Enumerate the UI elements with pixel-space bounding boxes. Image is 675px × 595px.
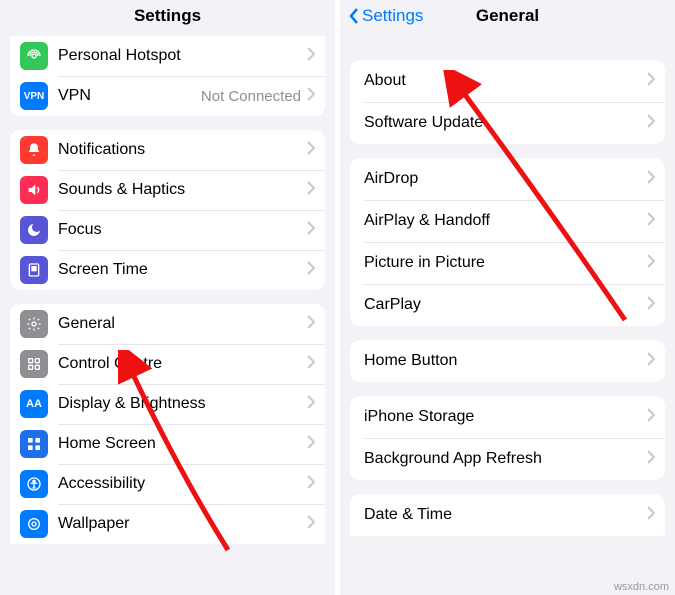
row-label: CarPlay <box>364 296 647 314</box>
chevron-right-icon <box>307 395 315 414</box>
row-detail: Not Connected <box>201 88 301 105</box>
row-focus[interactable]: Focus <box>10 210 325 250</box>
row-accessibility[interactable]: Accessibility <box>10 464 325 504</box>
control-centre-icon <box>20 350 48 378</box>
row-label: About <box>364 72 647 90</box>
chevron-right-icon <box>307 475 315 494</box>
chevron-right-icon <box>307 261 315 280</box>
homescreen-icon <box>20 430 48 458</box>
row-label: AirPlay & Handoff <box>364 212 647 230</box>
row-label: Notifications <box>58 141 307 159</box>
row-carplay[interactable]: CarPlay <box>350 284 665 326</box>
hotspot-icon <box>20 42 48 70</box>
row-label: Wallpaper <box>58 515 307 533</box>
general-group-homebutton: Home Button <box>350 340 665 382</box>
row-storage[interactable]: iPhone Storage <box>350 396 665 438</box>
row-bg-refresh[interactable]: Background App Refresh <box>350 438 665 480</box>
chevron-right-icon <box>647 450 655 469</box>
chevron-right-icon <box>307 435 315 454</box>
watermark: wsxdn.com <box>614 581 669 593</box>
row-label: Picture in Picture <box>364 254 647 272</box>
row-label: Accessibility <box>58 475 307 493</box>
screentime-icon <box>20 256 48 284</box>
accessibility-icon <box>20 470 48 498</box>
row-general[interactable]: General <box>10 304 325 344</box>
settings-group-system: General Control Centre AA Display & Brig… <box>10 304 325 544</box>
row-label: Screen Time <box>58 261 307 279</box>
settings-pane: Settings Personal Hotspot VPN VPN Not Co… <box>0 0 335 595</box>
chevron-right-icon <box>647 212 655 231</box>
row-label: Background App Refresh <box>364 450 647 468</box>
display-icon: AA <box>20 390 48 418</box>
chevron-right-icon <box>307 315 315 334</box>
general-title: General <box>476 6 539 26</box>
row-screentime[interactable]: Screen Time <box>10 250 325 290</box>
chevron-left-icon <box>348 7 360 25</box>
row-datetime[interactable]: Date & Time <box>350 494 665 536</box>
chevron-right-icon <box>307 355 315 374</box>
general-group-airplay: AirDrop AirPlay & Handoff Picture in Pic… <box>350 158 665 326</box>
chevron-right-icon <box>307 181 315 200</box>
row-notifications[interactable]: Notifications <box>10 130 325 170</box>
row-homebutton[interactable]: Home Button <box>350 340 665 382</box>
row-sounds[interactable]: Sounds & Haptics <box>10 170 325 210</box>
sounds-icon <box>20 176 48 204</box>
general-group-about: About Software Update <box>350 60 665 144</box>
row-label: Sounds & Haptics <box>58 181 307 199</box>
row-label: VPN <box>58 87 201 105</box>
chevron-right-icon <box>307 47 315 66</box>
vpn-icon: VPN <box>20 82 48 110</box>
general-group-datetime: Date & Time <box>350 494 665 536</box>
row-airdrop[interactable]: AirDrop <box>350 158 665 200</box>
row-label: Personal Hotspot <box>58 47 307 65</box>
row-label: Home Button <box>364 352 647 370</box>
row-about[interactable]: About <box>350 60 665 102</box>
row-software-update[interactable]: Software Update <box>350 102 665 144</box>
chevron-right-icon <box>647 254 655 273</box>
row-label: General <box>58 315 307 333</box>
chevron-right-icon <box>307 221 315 240</box>
row-control-centre[interactable]: Control Centre <box>10 344 325 384</box>
row-personal-hotspot[interactable]: Personal Hotspot <box>10 36 325 76</box>
chevron-right-icon <box>647 170 655 189</box>
general-icon <box>20 310 48 338</box>
row-wallpaper[interactable]: Wallpaper <box>10 504 325 544</box>
chevron-right-icon <box>647 408 655 427</box>
row-vpn[interactable]: VPN VPN Not Connected <box>10 76 325 116</box>
row-display[interactable]: AA Display & Brightness <box>10 384 325 424</box>
row-airplay[interactable]: AirPlay & Handoff <box>350 200 665 242</box>
chevron-right-icon <box>307 141 315 160</box>
row-label: Date & Time <box>364 506 647 524</box>
row-label: iPhone Storage <box>364 408 647 426</box>
row-label: Focus <box>58 221 307 239</box>
settings-group-alerts: Notifications Sounds & Haptics Focus Scr… <box>10 130 325 290</box>
chevron-right-icon <box>647 352 655 371</box>
chevron-right-icon <box>647 296 655 315</box>
row-label: Software Update <box>364 114 647 132</box>
settings-group-connectivity: Personal Hotspot VPN VPN Not Connected <box>10 36 325 116</box>
wallpaper-icon <box>20 510 48 538</box>
back-button[interactable]: Settings <box>348 6 423 26</box>
notifications-icon <box>20 136 48 164</box>
settings-header: Settings <box>0 0 335 32</box>
general-pane: Settings General About Software Update A… <box>340 0 675 595</box>
focus-icon <box>20 216 48 244</box>
chevron-right-icon <box>647 72 655 91</box>
general-group-storage: iPhone Storage Background App Refresh <box>350 396 665 480</box>
chevron-right-icon <box>307 515 315 534</box>
chevron-right-icon <box>647 114 655 133</box>
row-label: Display & Brightness <box>58 395 307 413</box>
back-label: Settings <box>362 6 423 26</box>
row-label: Control Centre <box>58 355 307 373</box>
chevron-right-icon <box>307 87 315 106</box>
row-homescreen[interactable]: Home Screen <box>10 424 325 464</box>
row-label: Home Screen <box>58 435 307 453</box>
chevron-right-icon <box>647 506 655 525</box>
general-header: Settings General <box>340 0 675 32</box>
settings-title: Settings <box>134 6 201 26</box>
row-label: AirDrop <box>364 170 647 188</box>
row-pip[interactable]: Picture in Picture <box>350 242 665 284</box>
